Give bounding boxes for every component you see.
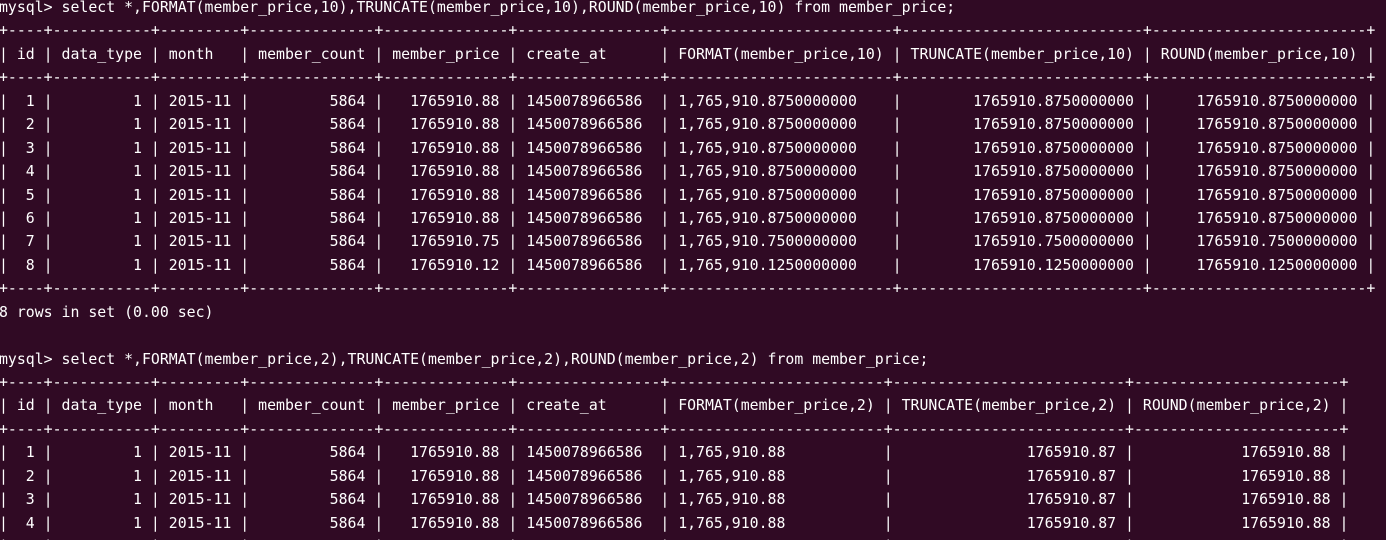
table-row-line: | 7 | 1 | 2015-11 | 5864 | 1765910.75 | … (0, 232, 1376, 251)
table-header-line: | id | data_type | month | member_count … (0, 44, 1376, 63)
table-separator-line: +----+-----------+---------+------------… (0, 68, 1376, 87)
table-header-line: | id | data_type | month | member_count … (0, 396, 1349, 415)
result-status-line: 8 rows in set (0.00 sec) (0, 302, 214, 321)
table-row-line: | 8 | 1 | 2015-11 | 5864 | 1765910.12 | … (0, 255, 1376, 274)
table-row-line: | 4 | 1 | 2015-11 | 5864 | 1765910.88 | … (0, 513, 1349, 532)
terminal-window[interactable]: mysql> select *,FORMAT(member_price,10),… (0, 0, 1386, 540)
table-row-line: | 3 | 1 | 2015-11 | 5864 | 1765910.88 | … (0, 490, 1349, 509)
table-row-line: | 1 | 1 | 2015-11 | 5864 | 1765910.88 | … (0, 443, 1349, 462)
table-separator-line: +----+-----------+---------+------------… (0, 21, 1376, 40)
table-separator-line: +----+-----------+---------+------------… (0, 419, 1349, 438)
mysql-prompt-line: mysql> select *,FORMAT(member_price,2),T… (0, 349, 929, 368)
table-row-line: | 2 | 1 | 2015-11 | 5864 | 1765910.88 | … (0, 115, 1376, 134)
table-row-line: | 4 | 1 | 2015-11 | 5864 | 1765910.88 | … (0, 162, 1376, 181)
mysql-prompt-line: mysql> select *,FORMAT(member_price,10),… (0, 0, 956, 16)
table-row-line: | 5 | 1 | 2015-11 | 5864 | 1765910.88 | … (0, 535, 1375, 540)
table-row-line: | 5 | 1 | 2015-11 | 5864 | 1765910.88 | … (0, 185, 1376, 204)
table-row-line: | 1 | 1 | 2015-11 | 5864 | 1765910.88 | … (0, 91, 1376, 110)
table-row-line: | 2 | 1 | 2015-11 | 5864 | 1765910.88 | … (0, 466, 1349, 485)
table-separator-line: +----+-----------+---------+------------… (0, 279, 1376, 298)
table-row-line: | 3 | 1 | 2015-11 | 5864 | 1765910.88 | … (0, 138, 1376, 157)
table-separator-line: +----+-----------+---------+------------… (0, 373, 1349, 391)
table-row-line: | 6 | 1 | 2015-11 | 5864 | 1765910.88 | … (0, 208, 1376, 227)
terminal-screen-buffer[interactable]: mysql> select *,FORMAT(member_price,10),… (0, 0, 1375, 540)
